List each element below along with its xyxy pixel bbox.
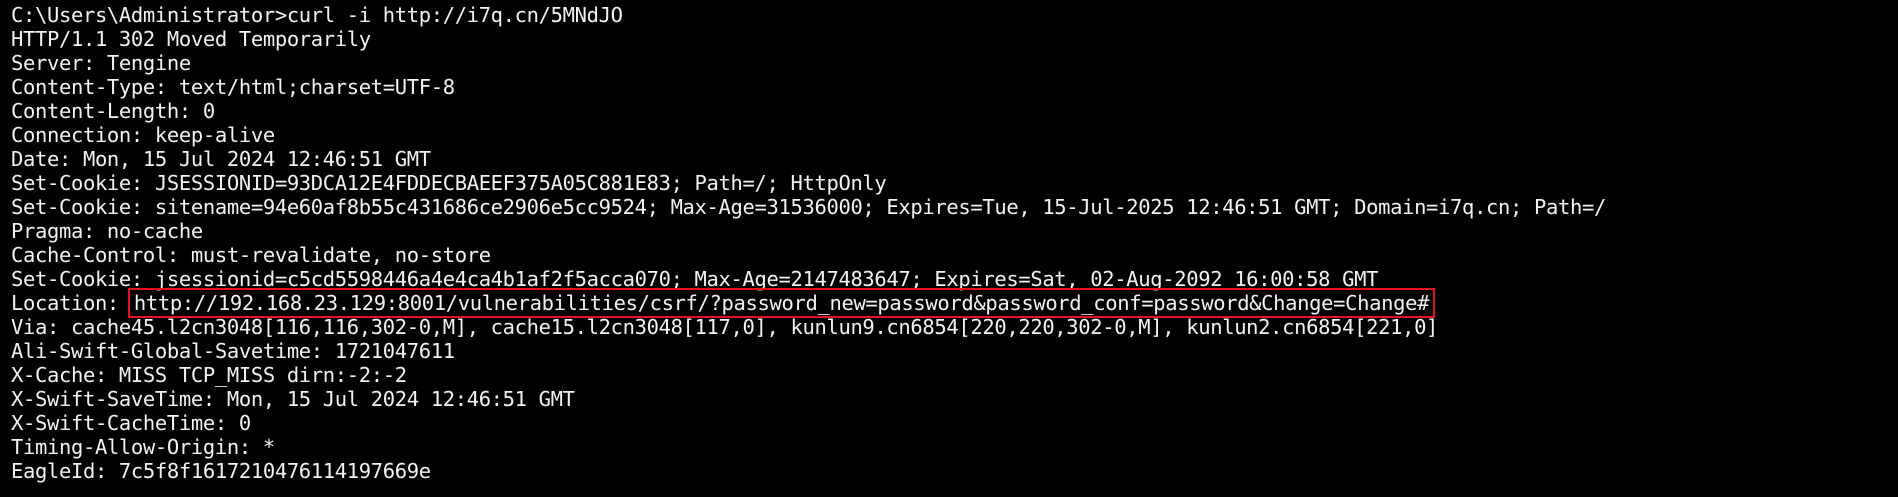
header-content-type: Content-Type: text/html;charset=UTF-8 [11,75,455,99]
header-set-cookie-jsessionid: Set-Cookie: JSESSIONID=93DCA12E4FDDECBAE… [11,171,887,195]
header-x-swift-savetime: X-Swift-SaveTime: Mon, 15 Jul 2024 12:46… [11,387,575,411]
http-status-line: HTTP/1.1 302 Moved Temporarily [11,27,371,51]
header-ali-swift-global-savetime: Ali-Swift-Global-Savetime: 1721047611 [11,339,455,363]
header-content-length: Content-Length: 0 [11,99,215,123]
header-x-cache: X-Cache: MISS TCP_MISS dirn:-2:-2 [11,363,407,387]
header-x-swift-cachetime: X-Swift-CacheTime: 0 [11,411,251,435]
terminal-window[interactable]: C:\Users\Administrator>curl -i http://i7… [0,0,1898,497]
header-connection: Connection: keep-alive [11,123,275,147]
header-location: Location: http://192.168.23.129:8001/vul… [11,288,1898,318]
command-prompt-line: C:\Users\Administrator>curl -i http://i7… [11,3,623,27]
header-server: Server: Tengine [11,51,191,75]
location-url-highlighted: http://192.168.23.129:8001/vulnerabiliti… [127,288,1436,318]
header-set-cookie-session: Set-Cookie: jsessionid=c5cd5598446a4e4ca… [11,267,1379,291]
header-via: Via: cache45.l2cn3048[116,116,302-0,M], … [11,315,1439,339]
header-timing-allow-origin: Timing-Allow-Origin: * [11,435,275,459]
location-label: Location: [11,291,131,315]
header-eagleid: EagleId: 7c5f8f1617210476114197669e [11,459,431,483]
header-pragma: Pragma: no-cache [11,219,203,243]
header-date: Date: Mon, 15 Jul 2024 12:46:51 GMT [11,147,431,171]
header-cache-control: Cache-Control: must-revalidate, no-store [11,243,491,267]
header-set-cookie-sitename: Set-Cookie: sitename=94e60af8b55c431686c… [11,195,1606,219]
